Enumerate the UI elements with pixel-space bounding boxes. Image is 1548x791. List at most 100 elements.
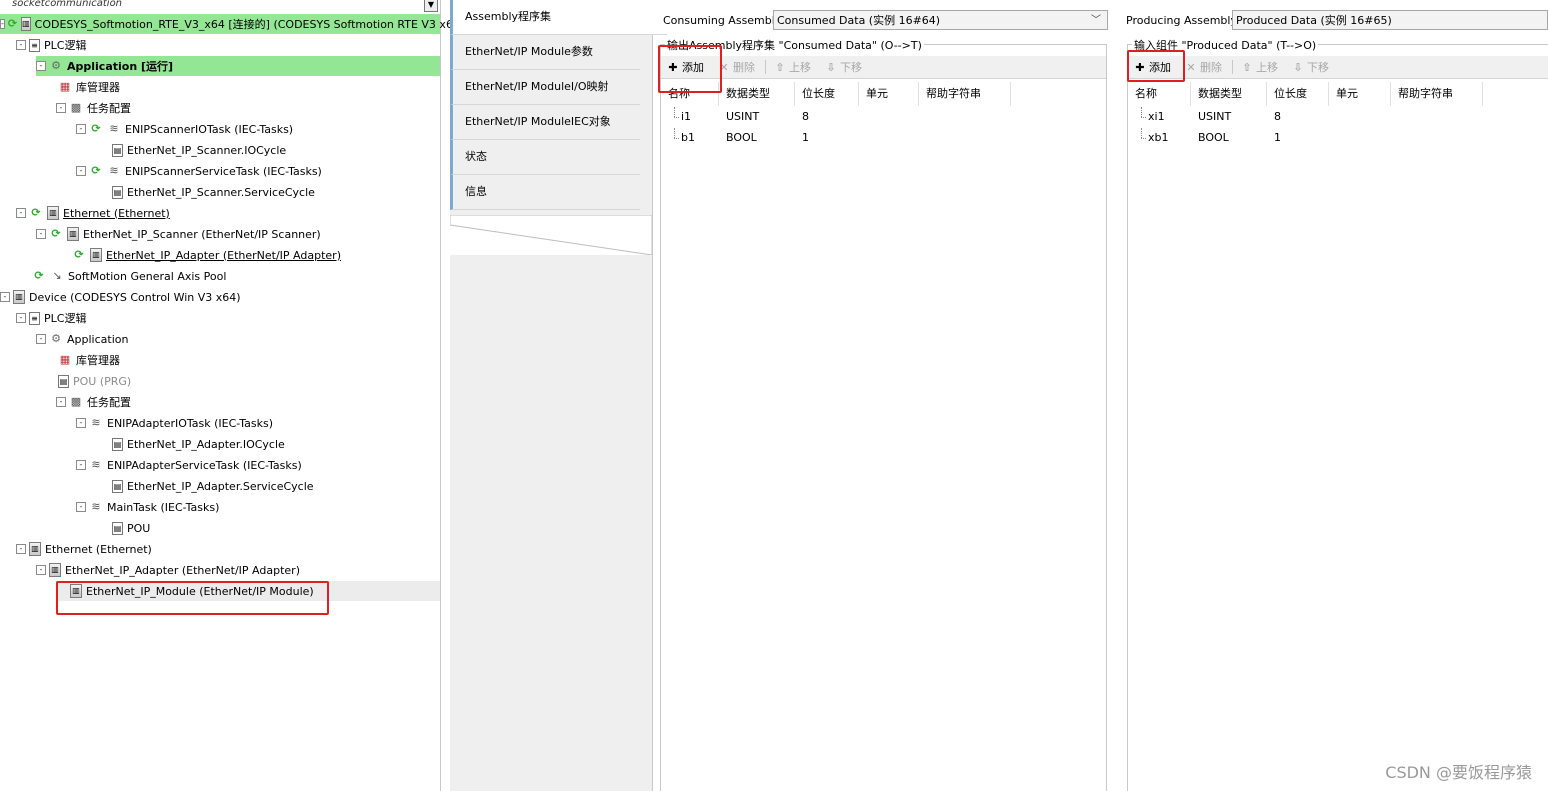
task-config-icon: ▩ bbox=[70, 101, 82, 114]
tree-node-task-config-2[interactable]: - ▩ 任务配置 bbox=[56, 392, 131, 412]
collapse-icon[interactable]: - bbox=[36, 229, 46, 239]
delete-label: 删除 bbox=[1200, 61, 1222, 74]
plc-logic-icon: ≡ bbox=[29, 311, 40, 325]
column-header-name[interactable]: 名称 bbox=[661, 82, 719, 106]
delete-button[interactable]: ✕ 删除 bbox=[1185, 59, 1222, 75]
collapse-icon[interactable]: - bbox=[16, 313, 26, 323]
add-label: 添加 bbox=[682, 61, 704, 74]
tree-node-application-2[interactable]: - ⚙ Application bbox=[36, 329, 128, 349]
add-button[interactable]: ✚ 添加 bbox=[1134, 59, 1171, 75]
tree-node-main-task[interactable]: - ≋ MainTask (IEC-Tasks) bbox=[76, 497, 219, 517]
collapse-icon[interactable]: - bbox=[36, 334, 46, 344]
tree-node-pou[interactable]: ▤ POU bbox=[112, 518, 150, 538]
tree-node-softmotion-device[interactable]: - ⟳ ▥ CODESYS_Softmotion_RTE_V3_x64 [连接的… bbox=[0, 14, 464, 34]
tree-node-enip-scanner[interactable]: - ⟳ ▥ EtherNet_IP_Scanner (EtherNet/IP S… bbox=[36, 224, 321, 244]
collapse-icon[interactable]: - bbox=[56, 397, 66, 407]
collapse-icon[interactable]: - bbox=[0, 292, 10, 302]
tab-module-iec-objects[interactable]: EtherNet/IP ModuleIEC对象 bbox=[450, 105, 640, 140]
watermark: CSDN @要饭程序猿 bbox=[1385, 763, 1532, 782]
move-up-label: 上移 bbox=[789, 61, 811, 74]
move-up-button[interactable]: ⇧ 上移 bbox=[1241, 59, 1278, 75]
tree-node-enip-adapter-remote[interactable]: ⟳ ▥ EtherNet_IP_Adapter (EtherNet/IP Ada… bbox=[72, 245, 341, 265]
device-icon: ▥ bbox=[21, 17, 31, 31]
table-row[interactable]: xi1 USINT 8 bbox=[1128, 107, 1548, 127]
chevron-down-icon[interactable]: ▼ bbox=[424, 0, 438, 12]
tree-node-label: 任务配置 bbox=[87, 102, 131, 115]
tree-node-label: POU (PRG) bbox=[73, 374, 132, 388]
tree-node-enip-adapter-io-task[interactable]: - ≋ ENIPAdapterIOTask (IEC-Tasks) bbox=[76, 413, 273, 433]
producing-assembly-value: Produced Data (实例 16#65) bbox=[1236, 14, 1392, 27]
column-header-type[interactable]: 数据类型 bbox=[1191, 82, 1267, 106]
arrow-up-icon: ⇧ bbox=[775, 60, 785, 74]
tree-node-plc-logic-2[interactable]: - ≡ PLC逻辑 bbox=[16, 308, 86, 328]
tree-node-library-manager[interactable]: ▦ 库管理器 bbox=[58, 77, 120, 97]
tree-node-plc-logic[interactable]: - ≡ PLC逻辑 bbox=[16, 35, 86, 55]
move-down-label: 下移 bbox=[840, 61, 862, 74]
tree-node-pou-prg[interactable]: ▤ POU (PRG) bbox=[58, 371, 131, 391]
tree-node-ethernet[interactable]: - ⟳ ▥ Ethernet (Ethernet) bbox=[16, 203, 170, 223]
delete-button[interactable]: ✕ 删除 bbox=[718, 59, 755, 75]
tree-node-enip-adapter[interactable]: - ▥ EtherNet_IP_Adapter (EtherNet/IP Ada… bbox=[36, 560, 300, 580]
tree-node-adapter-iocycle[interactable]: ▤ EtherNet_IP_Adapter.IOCycle bbox=[112, 434, 285, 454]
tree-node-enip-module[interactable]: ▥ EtherNet_IP_Module (EtherNet/IP Module… bbox=[56, 581, 440, 601]
table-row[interactable]: b1 BOOL 1 bbox=[661, 128, 1106, 148]
pou-icon: ▤ bbox=[58, 374, 69, 388]
tab-status[interactable]: 状态 bbox=[450, 140, 640, 175]
collapse-icon[interactable]: - bbox=[76, 460, 86, 470]
producing-assembly-select[interactable]: Produced Data (实例 16#65) bbox=[1232, 10, 1548, 30]
collapse-icon[interactable]: - bbox=[76, 418, 86, 428]
column-header-help[interactable]: 帮助字符串 bbox=[919, 82, 1011, 106]
column-header-unit[interactable]: 单元 bbox=[859, 82, 919, 106]
tree-node-control-win-device[interactable]: - ▥ Device (CODESYS Control Win V3 x64) bbox=[0, 287, 241, 307]
column-header-unit[interactable]: 单元 bbox=[1329, 82, 1391, 106]
tree-node-label: 任务配置 bbox=[87, 396, 131, 409]
gear-icon: ⚙ bbox=[51, 59, 61, 72]
collapse-icon[interactable]: - bbox=[56, 103, 66, 113]
collapse-icon[interactable]: - bbox=[16, 40, 26, 50]
column-header-bits[interactable]: 位长度 bbox=[1267, 82, 1329, 106]
tree-node-enip-adapter-service-task[interactable]: - ≋ ENIPAdapterServiceTask (IEC-Tasks) bbox=[76, 455, 302, 475]
tree-node-ethernet-2[interactable]: - ▥ Ethernet (Ethernet) bbox=[16, 539, 152, 559]
move-up-button[interactable]: ⇧ 上移 bbox=[774, 59, 811, 75]
chevron-down-icon: ﹀ bbox=[1091, 15, 1101, 26]
collapse-icon[interactable]: - bbox=[36, 565, 46, 575]
table-row[interactable]: xb1 BOOL 1 bbox=[1128, 128, 1548, 148]
tree-node-label: Ethernet (Ethernet) bbox=[45, 542, 152, 556]
column-header-name[interactable]: 名称 bbox=[1128, 82, 1191, 106]
collapse-icon[interactable]: - bbox=[16, 208, 26, 218]
tree-node-scanner-servicecycle[interactable]: ▤ EtherNet_IP_Scanner.ServiceCycle bbox=[112, 182, 315, 202]
collapse-icon[interactable]: - bbox=[76, 124, 86, 134]
collapse-icon[interactable]: - bbox=[36, 61, 46, 71]
tree-node-application-running[interactable]: - ⚙ Application [运行] bbox=[36, 56, 440, 76]
toolbar-separator bbox=[1232, 60, 1233, 74]
program-icon: ▤ bbox=[112, 185, 123, 199]
move-down-button[interactable]: ⇩ 下移 bbox=[825, 59, 862, 75]
tab-info[interactable]: 信息 bbox=[450, 175, 640, 210]
tree-node-label: EtherNet_IP_Scanner (EtherNet/IP Scanner… bbox=[83, 227, 321, 241]
row-bits: 8 bbox=[802, 110, 809, 123]
column-header-help[interactable]: 帮助字符串 bbox=[1391, 82, 1483, 106]
tree-node-enip-scanner-io-task[interactable]: - ⟳ ≋ ENIPScannerIOTask (IEC-Tasks) bbox=[76, 119, 293, 139]
collapse-icon[interactable]: - bbox=[16, 544, 26, 554]
collapse-icon[interactable]: - bbox=[76, 502, 86, 512]
collapse-icon[interactable]: - bbox=[76, 166, 86, 176]
project-name: socketcommunication bbox=[12, 0, 123, 9]
tab-module-params[interactable]: EtherNet/IP Module参数 bbox=[450, 35, 640, 70]
tree-node-axis-pool[interactable]: ⟳ ↘ SoftMotion General Axis Pool bbox=[32, 266, 226, 286]
tree-node-scanner-iocycle[interactable]: ▤ EtherNet_IP_Scanner.IOCycle bbox=[112, 140, 286, 160]
consuming-assembly-select[interactable]: Consumed Data (实例 16#64) ﹀ bbox=[773, 10, 1108, 30]
tree-node-library-manager-2[interactable]: ▦ 库管理器 bbox=[58, 350, 120, 370]
move-down-button[interactable]: ⇩ 下移 bbox=[1292, 59, 1329, 75]
tree-node-adapter-servicecycle[interactable]: ▤ EtherNet_IP_Adapter.ServiceCycle bbox=[112, 476, 314, 496]
tree-node-task-config[interactable]: - ▩ 任务配置 bbox=[56, 98, 131, 118]
tree-node-label: ENIPAdapterServiceTask (IEC-Tasks) bbox=[107, 458, 302, 472]
column-header-type[interactable]: 数据类型 bbox=[719, 82, 795, 106]
row-name: i1 bbox=[661, 107, 719, 127]
tab-assembly[interactable]: Assembly程序集 bbox=[450, 0, 667, 35]
tab-module-io-mapping[interactable]: EtherNet/IP ModuleI/O映射 bbox=[450, 70, 640, 105]
collapse-icon[interactable]: - bbox=[0, 19, 5, 29]
table-row[interactable]: i1 USINT 8 bbox=[661, 107, 1106, 127]
column-header-bits[interactable]: 位长度 bbox=[795, 82, 859, 106]
add-button[interactable]: ✚ 添加 bbox=[667, 59, 704, 75]
tree-node-enip-scanner-service-task[interactable]: - ⟳ ≋ ENIPScannerServiceTask (IEC-Tasks) bbox=[76, 161, 322, 181]
